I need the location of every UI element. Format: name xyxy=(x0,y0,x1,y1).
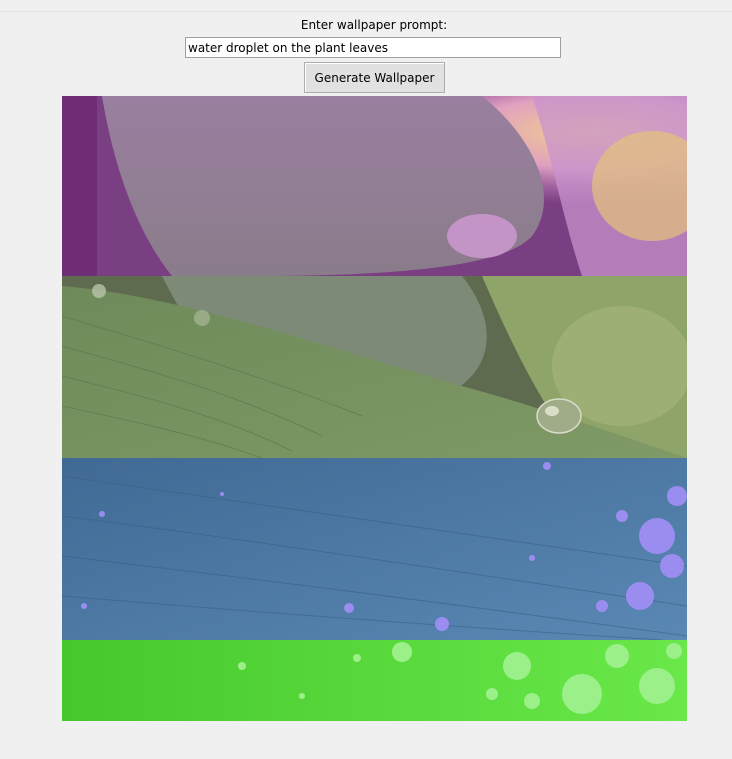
band-green xyxy=(62,640,687,721)
prompt-label: Enter wallpaper prompt: xyxy=(300,18,448,32)
title-bar-edge xyxy=(0,0,732,12)
app-window: Enter wallpaper prompt: Generate Wallpap… xyxy=(0,0,732,759)
band-olive xyxy=(62,276,687,459)
wallpaper-image xyxy=(62,96,687,721)
prompt-input[interactable] xyxy=(185,37,561,58)
band-magenta xyxy=(62,96,687,276)
generate-wallpaper-button[interactable]: Generate Wallpaper xyxy=(304,62,445,93)
band-blue xyxy=(62,458,687,641)
